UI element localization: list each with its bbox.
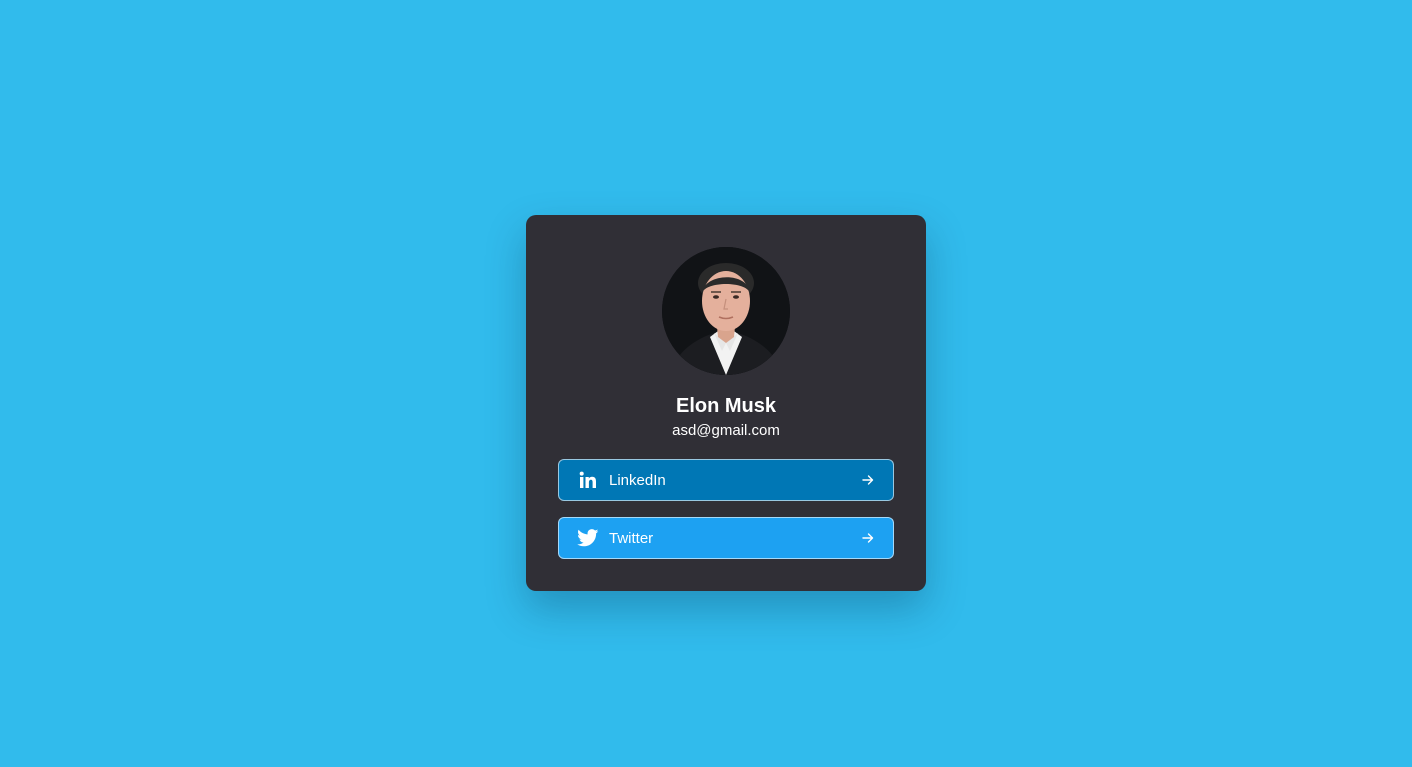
arrow-right-icon: [861, 473, 875, 487]
twitter-icon: [577, 527, 599, 549]
profile-card: Elon Musk asd@gmail.com LinkedIn Twitter: [526, 215, 926, 591]
profile-photo: [662, 247, 790, 375]
avatar: [662, 247, 790, 375]
twitter-button[interactable]: Twitter: [558, 517, 894, 559]
linkedin-icon: [577, 469, 599, 491]
profile-email: asd@gmail.com: [672, 422, 780, 439]
profile-name: Elon Musk: [675, 395, 776, 417]
twitter-label: Twitter: [609, 529, 654, 547]
linkedin-label: LinkedIn: [609, 471, 666, 489]
arrow-right-icon: [861, 531, 875, 545]
linkedin-button[interactable]: LinkedIn: [558, 459, 894, 501]
